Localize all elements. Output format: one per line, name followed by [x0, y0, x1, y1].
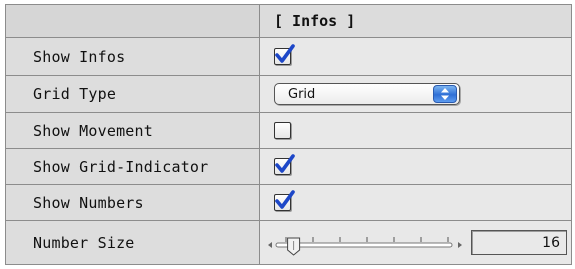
checkmark-icon: [275, 190, 295, 209]
show-movement-checkbox[interactable]: [274, 122, 291, 139]
show-grid-indicator-label: Show Grid-Indicator: [6, 149, 260, 184]
show-numbers-cell: [260, 185, 571, 220]
show-infos-cell: [260, 38, 571, 75]
show-movement-cell: [260, 113, 571, 148]
table-row: Show Infos: [6, 38, 571, 76]
show-grid-indicator-checkbox[interactable]: [274, 154, 295, 175]
show-numbers-checkbox[interactable]: [274, 190, 295, 211]
header-title: [ Infos ]: [260, 5, 571, 37]
slider-left-arrow-icon[interactable]: [268, 241, 272, 248]
grid-type-cell: Grid: [260, 76, 571, 112]
grid-type-select[interactable]: Grid: [274, 83, 460, 105]
grid-type-selected-value: Grid: [288, 86, 316, 102]
up-down-arrows-icon: [433, 85, 457, 103]
checkmark-icon: [275, 44, 295, 63]
slider-right-arrow-icon[interactable]: [458, 241, 462, 248]
table-row: Show Movement: [6, 113, 571, 149]
header-empty-cell: [6, 5, 260, 37]
slider-track[interactable]: [275, 242, 453, 247]
table-row: Grid Type Grid: [6, 76, 571, 113]
table-row: Number Size 16: [6, 221, 571, 264]
slider-thumb[interactable]: [266, 228, 301, 256]
checkmark-icon: [275, 154, 295, 173]
table-row: Show Numbers: [6, 185, 571, 221]
table-row: Show Grid-Indicator: [6, 149, 571, 185]
number-size-cell: 16: [260, 221, 571, 264]
grid-type-label: Grid Type: [6, 76, 260, 112]
number-size-field[interactable]: 16: [471, 230, 567, 255]
show-numbers-label: Show Numbers: [6, 185, 260, 220]
table-header-row: [ Infos ]: [6, 5, 571, 38]
show-grid-indicator-cell: [260, 149, 571, 184]
number-size-label: Number Size: [6, 221, 260, 264]
show-infos-label: Show Infos: [6, 38, 260, 75]
number-size-slider[interactable]: [266, 228, 464, 258]
show-infos-checkbox[interactable]: [274, 44, 295, 65]
show-movement-label: Show Movement: [6, 113, 260, 148]
slider-ticks: [285, 236, 449, 242]
settings-table: [ Infos ] Show Infos Grid Type Grid Show…: [5, 4, 572, 265]
